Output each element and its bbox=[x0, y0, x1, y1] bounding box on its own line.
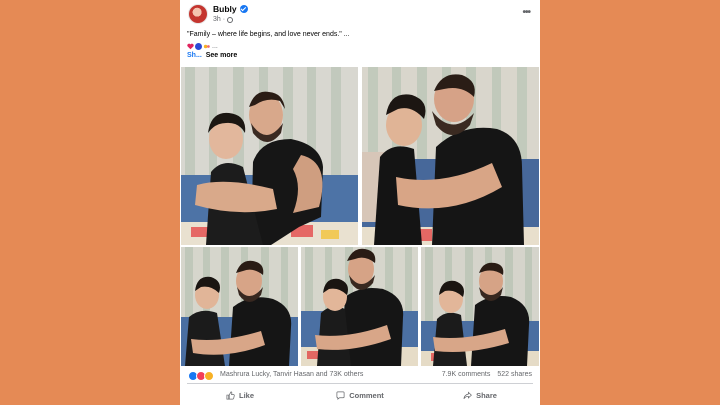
post-header: Bubly 3h · ••• bbox=[180, 0, 540, 30]
emoji-ellipsis: ... bbox=[212, 42, 218, 50]
post-caption: "Family – where life begins, and love ne… bbox=[187, 31, 350, 38]
author-name[interactable]: Bubly bbox=[213, 4, 237, 14]
share-button[interactable]: Share bbox=[420, 386, 540, 405]
globe-icon bbox=[227, 16, 234, 23]
see-more-link[interactable]: See more bbox=[206, 52, 238, 59]
share-label: Share bbox=[476, 391, 497, 400]
action-divider bbox=[187, 383, 533, 384]
comment-button[interactable]: Comment bbox=[300, 386, 420, 405]
blue-heart-icon bbox=[195, 42, 202, 50]
photo-grid bbox=[180, 67, 540, 366]
post-meta: 3h · bbox=[213, 16, 234, 23]
photo-2[interactable] bbox=[362, 67, 539, 245]
comment-icon bbox=[336, 391, 345, 400]
more-options-icon[interactable]: ••• bbox=[522, 7, 530, 18]
sparkle-icon bbox=[203, 44, 210, 48]
engagement-bar: Mashrura Lucky, Tanvir Hasan and 73K oth… bbox=[180, 368, 540, 382]
photo-4[interactable] bbox=[301, 247, 418, 366]
meta-separator: · bbox=[222, 16, 226, 23]
photo-5[interactable] bbox=[421, 247, 539, 366]
see-more-row: Sh... See more bbox=[187, 51, 237, 60]
comment-label: Comment bbox=[349, 391, 384, 400]
author-avatar[interactable] bbox=[188, 4, 208, 24]
reaction-icons[interactable] bbox=[188, 371, 214, 381]
photo-3[interactable] bbox=[181, 247, 298, 366]
heart-icon bbox=[187, 43, 194, 49]
verified-icon bbox=[239, 5, 248, 13]
caption-emoji-row: ... bbox=[187, 41, 218, 51]
truncated-link[interactable]: Sh... bbox=[187, 52, 202, 59]
like-button[interactable]: Like bbox=[180, 386, 300, 405]
photo-1[interactable] bbox=[181, 67, 358, 245]
post-time[interactable]: 3h bbox=[213, 16, 221, 23]
reaction-names[interactable]: Mashrura Lucky, Tanvir Hasan and 73K oth… bbox=[220, 371, 363, 378]
share-icon bbox=[463, 391, 472, 399]
like-label: Like bbox=[238, 391, 254, 400]
share-count[interactable]: 522 shares bbox=[497, 371, 532, 378]
action-bar: Like Comment Share bbox=[180, 386, 540, 405]
comment-count[interactable]: 7.9K comments bbox=[442, 371, 491, 378]
care-reaction-icon bbox=[204, 371, 214, 381]
post-card: Bubly 3h · ••• "Family – where life begi… bbox=[180, 0, 540, 405]
author-name-row: Bubly bbox=[213, 4, 248, 14]
engagement-counts: 7.9K comments 522 shares bbox=[442, 371, 532, 378]
like-icon bbox=[226, 391, 235, 400]
